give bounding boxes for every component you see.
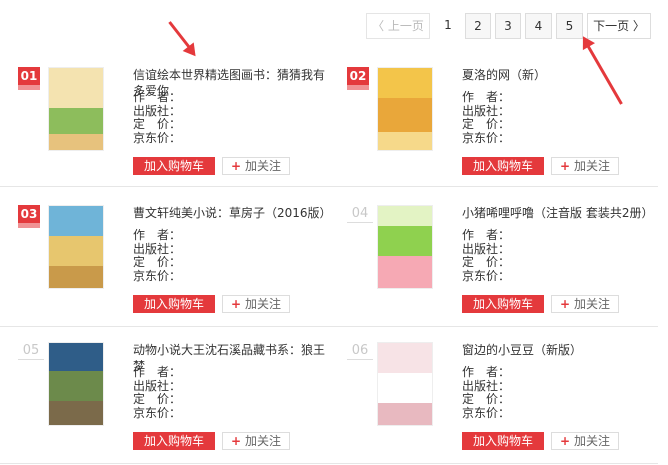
add-to-cart-button[interactable]: 加入购物车 — [133, 295, 215, 313]
plus-icon: + — [230, 434, 242, 448]
author-label: 作 者： — [462, 365, 511, 379]
follow-label: 加关注 — [574, 159, 611, 173]
prev-page-button[interactable]: 〈 上一页 — [366, 13, 430, 39]
list-item: 05 动物小说大王沈石溪品藏书系：狼王梦 作 者： 出版社： 定 价： 京东价：… — [18, 342, 338, 462]
page-5-button[interactable]: 5 — [556, 13, 583, 39]
plus-icon: + — [230, 159, 242, 173]
price-label: 定 价： — [133, 117, 182, 131]
next-page-button[interactable]: 下一页 〉 — [587, 13, 651, 39]
follow-label: 加关注 — [245, 297, 282, 311]
book-cover[interactable] — [48, 205, 104, 289]
publisher-label: 出版社： — [133, 378, 182, 393]
price-label: 定 价： — [133, 392, 182, 406]
book-meta: 作 者： 出版社： 定 价： 京东价： — [133, 90, 182, 145]
publisher-label: 出版社： — [133, 103, 182, 118]
rank-badge: 04 — [347, 205, 373, 223]
page-2-button[interactable]: 2 — [465, 13, 491, 39]
row-divider — [0, 463, 658, 464]
book-cover[interactable] — [48, 342, 104, 426]
price-label: 定 价： — [462, 255, 511, 269]
price-label: 定 价： — [133, 255, 182, 269]
follow-button[interactable]: + 加关注 — [551, 432, 619, 450]
follow-button[interactable]: + 加关注 — [551, 157, 619, 175]
follow-button[interactable]: + 加关注 — [551, 295, 619, 313]
publisher-label: 出版社： — [462, 241, 511, 256]
book-cover[interactable] — [377, 67, 433, 151]
follow-button[interactable]: + 加关注 — [222, 157, 290, 175]
jd-price-label: 京东价： — [133, 268, 182, 283]
price-label: 定 价： — [462, 117, 511, 131]
publisher-label: 出版社： — [462, 378, 511, 393]
follow-button[interactable]: + 加关注 — [222, 295, 290, 313]
add-to-cart-button[interactable]: 加入购物车 — [462, 295, 544, 313]
page-1-current: 1 — [444, 18, 452, 32]
plus-icon: + — [559, 434, 571, 448]
jd-price-label: 京东价： — [462, 268, 511, 283]
add-to-cart-button[interactable]: 加入购物车 — [133, 157, 215, 175]
rank-badge: 05 — [18, 342, 44, 360]
add-to-cart-button[interactable]: 加入购物车 — [133, 432, 215, 450]
list-item: 06 窗边的小豆豆（新版） 作 者： 出版社： 定 价： 京东价： 加入购物车 … — [347, 342, 667, 462]
plus-icon: + — [559, 159, 571, 173]
author-label: 作 者： — [133, 365, 182, 379]
jd-price-label: 京东价： — [462, 130, 511, 145]
plus-icon: + — [559, 297, 571, 311]
author-label: 作 者： — [462, 228, 511, 242]
follow-label: 加关注 — [574, 297, 611, 311]
follow-label: 加关注 — [245, 159, 282, 173]
list-item: 03 曹文轩纯美小说：草房子（2016版） 作 者： 出版社： 定 价： 京东价… — [18, 205, 338, 325]
jd-price-label: 京东价： — [133, 130, 182, 145]
rank-badge: 02 — [347, 67, 369, 90]
add-to-cart-button[interactable]: 加入购物车 — [462, 157, 544, 175]
pagination: 〈 上一页 1 2 3 4 5 下一页 〉 — [0, 13, 668, 39]
list-item: 02 夏洛的网（新） 作 者： 出版社： 定 价： 京东价： 加入购物车 + 加关… — [347, 67, 667, 187]
jd-price-label: 京东价： — [462, 405, 511, 420]
book-cover[interactable] — [48, 67, 104, 151]
plus-icon: + — [230, 297, 242, 311]
book-meta: 作 者： 出版社： 定 价： 京东价： — [462, 90, 511, 145]
row-divider — [0, 326, 658, 327]
price-label: 定 价： — [462, 392, 511, 406]
rank-badge: 01 — [18, 67, 40, 90]
author-label: 作 者： — [133, 228, 182, 242]
jd-price-label: 京东价： — [133, 405, 182, 420]
book-meta: 作 者： 出版社： 定 价： 京东价： — [462, 365, 511, 420]
rank-badge: 06 — [347, 342, 373, 360]
book-meta: 作 者： 出版社： 定 价： 京东价： — [133, 228, 182, 283]
rank-badge: 03 — [18, 205, 40, 228]
follow-label: 加关注 — [245, 434, 282, 448]
publisher-label: 出版社： — [133, 241, 182, 256]
author-label: 作 者： — [462, 90, 511, 104]
book-meta: 作 者： 出版社： 定 价： 京东价： — [462, 228, 511, 283]
author-label: 作 者： — [133, 90, 182, 104]
add-to-cart-button[interactable]: 加入购物车 — [462, 432, 544, 450]
list-item: 01 信谊绘本世界精选图画书：猜猜我有多爱你 作 者： 出版社： 定 价： 京东… — [18, 67, 338, 187]
follow-label: 加关注 — [574, 434, 611, 448]
publisher-label: 出版社： — [462, 103, 511, 118]
page-3-button[interactable]: 3 — [495, 13, 521, 39]
page-4-button[interactable]: 4 — [525, 13, 552, 39]
follow-button[interactable]: + 加关注 — [222, 432, 290, 450]
list-item: 04 小猪唏哩呼噜（注音版 套装共2册） 作 者： 出版社： 定 价： 京东价：… — [347, 205, 667, 325]
book-cover[interactable] — [377, 342, 433, 426]
book-meta: 作 者： 出版社： 定 价： 京东价： — [133, 365, 182, 420]
book-cover[interactable] — [377, 205, 433, 289]
